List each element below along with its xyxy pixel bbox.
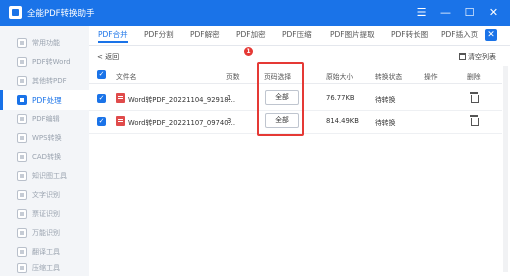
annotation-highlight-box	[257, 62, 304, 136]
page-count: 1	[227, 94, 232, 102]
file-name: Word转PDF_20221104_92918...	[128, 96, 236, 104]
sidebar-item-cad[interactable]: CAD转换	[0, 147, 89, 167]
sidebar-item-label: CAD转换	[32, 153, 62, 161]
tab-bar: PDF合并 PDF分割 PDF解密 PDF加密 PDF压缩 PDF图片提取 PD…	[89, 26, 510, 46]
header-size: 原始大小	[326, 73, 354, 81]
app-logo-icon	[9, 6, 22, 19]
tab-pdf-decrypt[interactable]: PDF解密	[190, 29, 220, 43]
sidebar-item-label: 翻译工具	[32, 248, 60, 256]
pdf-process-icon	[17, 95, 27, 105]
tab-pdf-insert-page[interactable]: PDF插入页	[441, 29, 478, 43]
star-icon	[17, 38, 27, 48]
sidebar: 常用功能 PDF转Word 其他转PDF PDF处理 PDF编辑 WPS转换 C…	[0, 26, 89, 276]
sidebar-item-common[interactable]: 常用功能	[0, 33, 89, 53]
header-pages: 页数	[226, 73, 240, 81]
sidebar-item-label: WPS转换	[32, 134, 62, 142]
sidebar-item-label: 万能识别	[32, 229, 60, 237]
sidebar-item-wps[interactable]: WPS转换	[0, 128, 89, 148]
file-size: 76.77KB	[326, 94, 355, 102]
sidebar-item-compress[interactable]: 压缩工具	[0, 258, 89, 276]
sidebar-item-label: 知识图工具	[32, 172, 67, 180]
word-file-icon	[116, 116, 125, 126]
image-tool-icon	[17, 171, 27, 181]
convert-icon	[17, 76, 27, 86]
minimize-icon[interactable]: —	[437, 3, 454, 23]
header-file-name: 文件名	[116, 73, 137, 81]
sidebar-item-label: PDF处理	[32, 96, 62, 105]
wps-icon	[17, 133, 27, 143]
convert-status: 待转换	[375, 119, 396, 127]
pdf-edit-icon	[17, 114, 27, 124]
file-name: Word转PDF_20221107_09740...	[128, 119, 236, 127]
close-icon[interactable]: ✕	[485, 3, 502, 23]
clear-list-button[interactable]: 清空列表	[459, 52, 496, 62]
header-delete: 删除	[467, 73, 481, 81]
window-controls: ☰ — ☐ ✕	[413, 3, 502, 23]
menu-icon[interactable]: ☰	[413, 3, 430, 23]
tab-pdf-long-image[interactable]: PDF转长图	[391, 29, 428, 43]
pdf-word-icon	[17, 57, 27, 67]
sidebar-item-label: PDF编辑	[32, 115, 60, 123]
delete-icon[interactable]	[470, 92, 479, 103]
sidebar-item-label: 其他转PDF	[32, 77, 67, 85]
sidebar-item-pdf-process[interactable]: PDF处理	[0, 90, 89, 110]
ocr-icon	[17, 190, 27, 200]
row-checkbox[interactable]: ✓	[97, 117, 106, 126]
page-count: 3	[227, 117, 232, 125]
translate-icon	[17, 247, 27, 257]
sidebar-item-pdf-to-word[interactable]: PDF转Word	[0, 52, 89, 72]
sidebar-item-universal-scan[interactable]: 万能识别	[0, 223, 89, 243]
sidebar-item-label: 压缩工具	[32, 264, 60, 272]
ticket-icon	[17, 209, 27, 219]
sidebar-item-label: PDF转Word	[32, 58, 71, 66]
sidebar-item-ticket[interactable]: 票证识别	[0, 204, 89, 224]
header-action: 操作	[424, 73, 438, 81]
convert-status: 待转换	[375, 96, 396, 104]
tab-pdf-split[interactable]: PDF分割	[144, 29, 174, 43]
clear-list-label: 清空列表	[468, 53, 496, 61]
close-tab-icon[interactable]: ✕	[485, 29, 497, 41]
compress-icon	[17, 263, 27, 273]
delete-icon[interactable]	[470, 115, 479, 126]
sidebar-item-pdf-edit[interactable]: PDF编辑	[0, 109, 89, 129]
sidebar-item-ocr[interactable]: 文字识别	[0, 185, 89, 205]
tab-pdf-merge[interactable]: PDF合并	[98, 29, 128, 43]
maximize-icon[interactable]: ☐	[461, 3, 478, 23]
sidebar-item-label: 票证识别	[32, 210, 60, 218]
cad-icon	[17, 152, 27, 162]
sidebar-item-image-tool[interactable]: 知识图工具	[0, 166, 89, 186]
tab-pdf-compress[interactable]: PDF压缩	[282, 29, 312, 43]
tab-pdf-encrypt[interactable]: PDF加密	[236, 29, 266, 43]
row-checkbox[interactable]: ✓	[97, 94, 106, 103]
word-file-icon	[116, 93, 125, 103]
scrollbar[interactable]	[503, 66, 508, 272]
annotation-marker: 1	[244, 47, 253, 56]
tab-pdf-image-extract[interactable]: PDF图片提取	[330, 29, 375, 43]
sidebar-item-label: 常用功能	[32, 39, 60, 47]
app-title: 全能PDF转换助手	[27, 9, 95, 19]
trash-icon	[459, 53, 466, 60]
sidebar-item-label: 文字识别	[32, 191, 60, 199]
title-bar: 全能PDF转换助手 ☰ — ☐ ✕	[0, 0, 510, 26]
scan-icon	[17, 228, 27, 238]
sidebar-item-other-to-pdf[interactable]: 其他转PDF	[0, 71, 89, 91]
back-button[interactable]: < 返回	[97, 52, 119, 62]
app-window: 全能PDF转换助手 ☰ — ☐ ✕ 常用功能 PDF转Word 其他转PDF P…	[0, 0, 510, 276]
file-size: 814.49KB	[326, 117, 359, 125]
select-all-checkbox[interactable]: ✓	[97, 70, 106, 79]
header-status: 转换状态	[375, 73, 403, 81]
